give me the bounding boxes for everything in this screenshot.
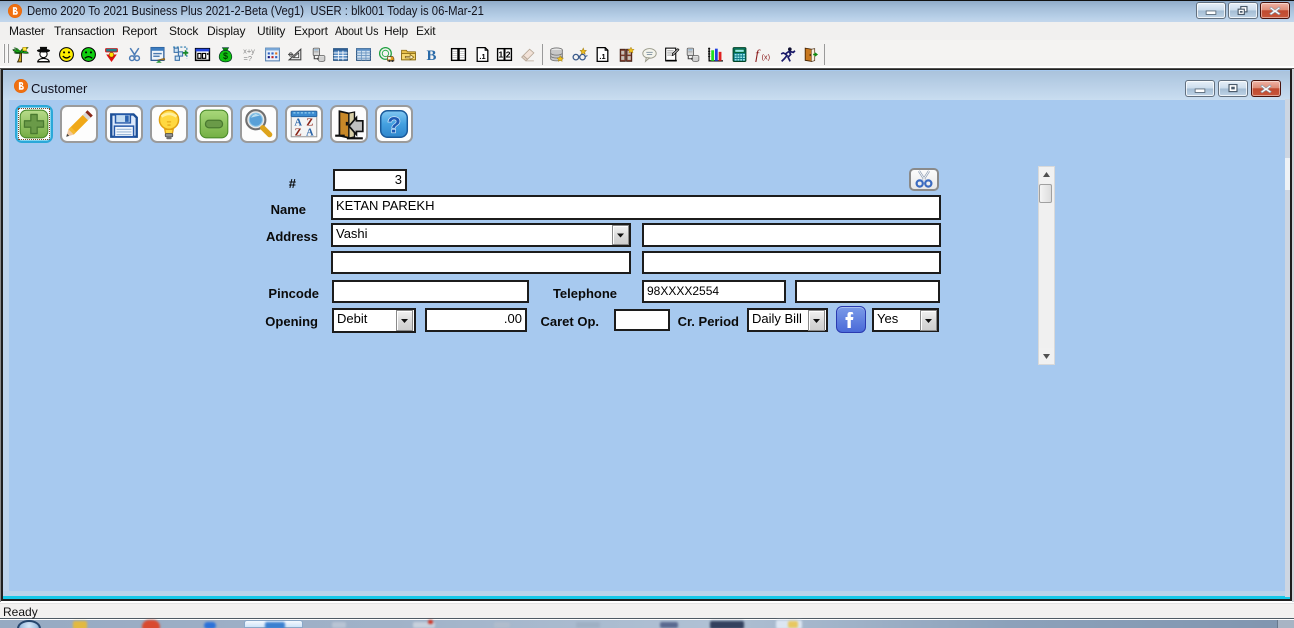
svg-text:.1: .1: [599, 52, 605, 61]
svg-text:=?: =?: [244, 54, 252, 63]
svg-text:(x): (x): [761, 52, 770, 61]
svg-text:Z: Z: [295, 128, 302, 139]
svg-text:B: B: [427, 48, 437, 63]
svg-text:$: $: [223, 51, 228, 61]
svg-text:.1: .1: [479, 52, 485, 61]
svg-text:f: f: [755, 47, 761, 62]
svg-text:A: A: [306, 128, 314, 139]
svg-text:2: 2: [506, 50, 511, 60]
svg-text:1: 1: [499, 50, 504, 60]
svg-text:?: ?: [387, 113, 401, 138]
